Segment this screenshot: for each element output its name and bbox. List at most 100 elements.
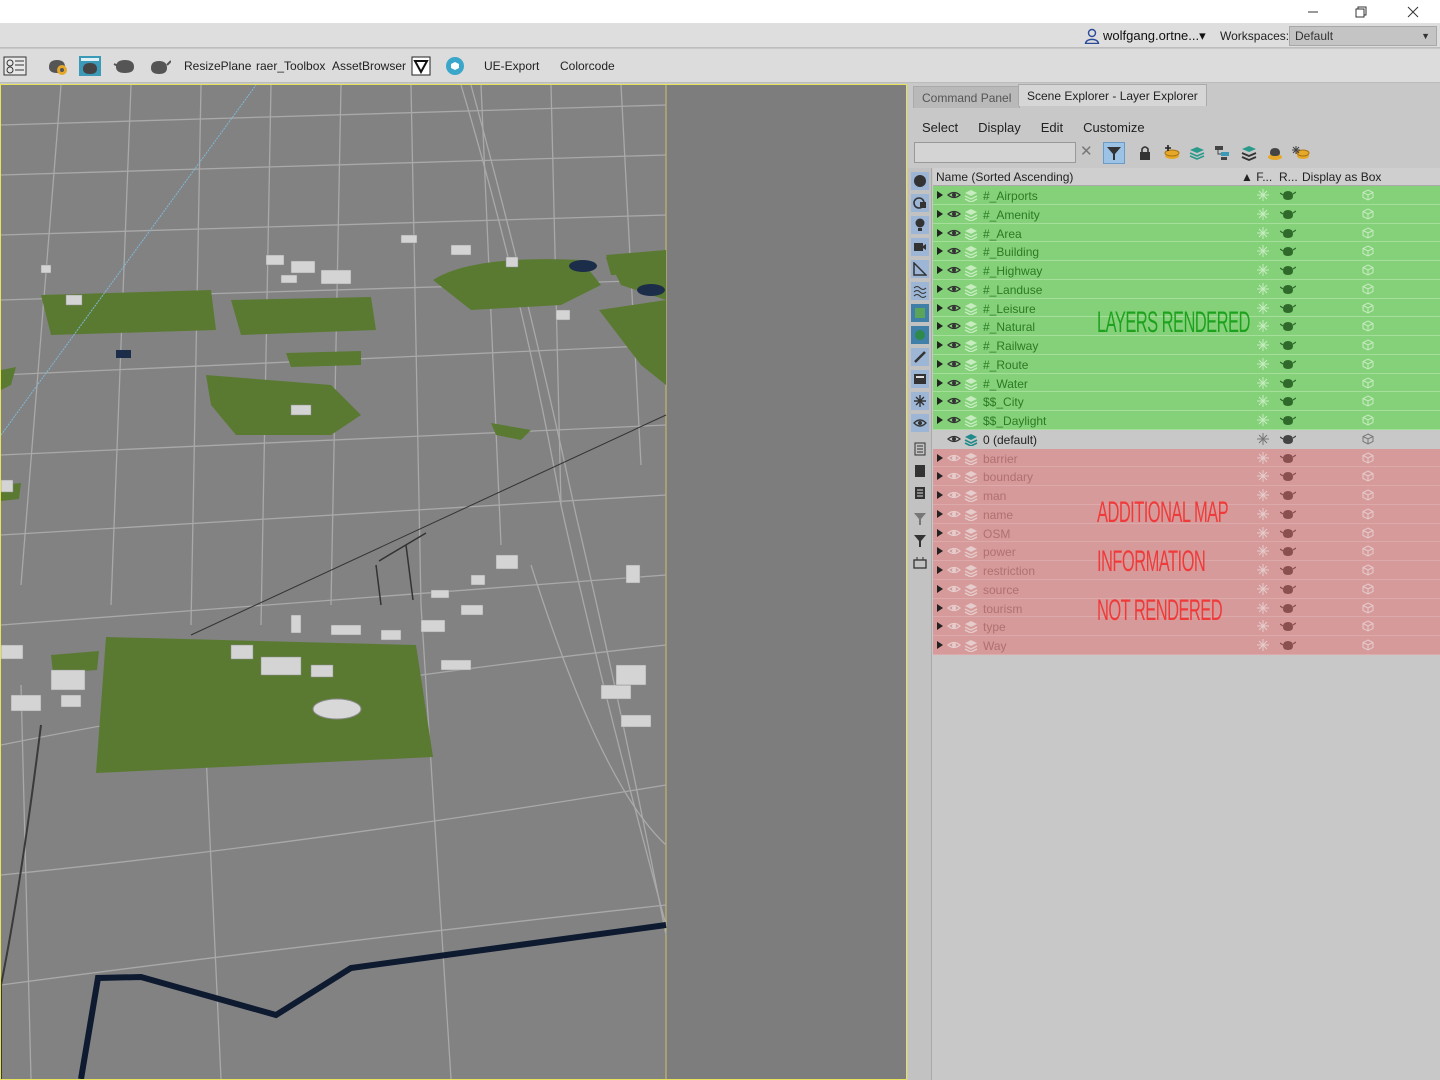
render-setup-button[interactable] (44, 53, 70, 79)
snowflake-icon[interactable] (1257, 620, 1269, 633)
snowflake-icon[interactable] (1257, 301, 1269, 314)
helpers-filter-button[interactable] (911, 260, 929, 278)
eye-icon[interactable] (947, 546, 961, 556)
eye-icon[interactable] (947, 246, 961, 256)
menu-edit[interactable]: Edit (1031, 116, 1073, 138)
eye-icon[interactable] (947, 509, 961, 519)
box-icon[interactable] (1362, 283, 1374, 295)
snowflake-icon[interactable] (1257, 545, 1269, 558)
eye-icon[interactable] (947, 340, 961, 350)
eye-icon[interactable] (947, 378, 961, 388)
teapot-icon[interactable] (1280, 245, 1296, 257)
layer-row[interactable]: $$_Daylight (933, 411, 1440, 430)
bones-filter-button[interactable] (911, 348, 929, 366)
layer-row[interactable]: #_Area (933, 223, 1440, 243)
eye-icon[interactable] (947, 415, 961, 425)
clear-search-icon[interactable]: ✕ (1080, 142, 1093, 160)
teapot-icon[interactable] (1280, 433, 1296, 445)
teapot-icon[interactable] (1280, 452, 1296, 464)
layer-row[interactable]: #_Amenity (933, 204, 1440, 224)
teapot-icon[interactable] (1280, 545, 1296, 557)
minimize-button[interactable] (1290, 0, 1336, 24)
expand-arrow-icon[interactable] (937, 641, 943, 649)
perspective-viewport[interactable] (0, 84, 907, 1080)
layer-row[interactable]: #_Water (933, 373, 1440, 393)
column-render[interactable]: R... (1279, 170, 1298, 184)
expand-arrow-icon[interactable] (937, 472, 943, 481)
render-production-button[interactable] (112, 53, 138, 79)
box-icon[interactable] (1362, 376, 1374, 389)
snowflake-icon[interactable] (1257, 582, 1269, 595)
scene-settings-button[interactable] (2, 53, 28, 79)
expand-arrow-icon[interactable] (937, 584, 943, 593)
layer-row[interactable]: barrier (933, 448, 1440, 468)
expand-arrow-icon[interactable] (937, 209, 943, 218)
menu-customize[interactable]: Customize (1073, 116, 1154, 138)
toolbar-raer-toolbox[interactable]: raer_Toolbox (256, 59, 325, 73)
menu-select[interactable]: Select (912, 116, 968, 138)
snowflake-icon[interactable] (1257, 564, 1269, 576)
teapot-icon[interactable] (1280, 620, 1296, 632)
eye-icon[interactable] (947, 453, 961, 463)
expand-arrow-icon[interactable] (937, 322, 943, 331)
snowflake-icon[interactable] (1257, 245, 1269, 258)
box-icon[interactable] (1362, 601, 1374, 614)
teapot-icon[interactable] (1280, 414, 1296, 426)
teapot-icon[interactable] (1280, 470, 1296, 482)
snowflake-icon[interactable] (1257, 395, 1269, 408)
box-icon[interactable] (1362, 245, 1374, 257)
layer-row[interactable]: #_Airports (933, 186, 1440, 205)
expand-arrow-icon[interactable] (937, 191, 943, 199)
vray-button[interactable] (408, 53, 434, 79)
teapot-icon[interactable] (1280, 527, 1296, 539)
column-freeze[interactable]: ▲ F... (1241, 170, 1272, 184)
filter-toggle-button[interactable] (1103, 142, 1125, 164)
teapot-icon[interactable] (1280, 283, 1296, 295)
eye-icon[interactable] (947, 209, 961, 219)
expand-arrow-icon[interactable] (937, 359, 943, 368)
box-icon[interactable] (1362, 639, 1374, 651)
snowflake-icon[interactable] (1257, 639, 1269, 651)
teapot-icon[interactable] (1280, 339, 1296, 351)
box-icon[interactable] (1362, 358, 1374, 370)
teapot-icon[interactable] (1280, 489, 1296, 501)
layer-row[interactable]: boundary (933, 467, 1440, 486)
layer-row[interactable]: #_Route (933, 354, 1440, 374)
render-iterative-button[interactable] (146, 53, 172, 79)
groups-filter-button[interactable] (911, 304, 929, 322)
box-icon[interactable] (1362, 564, 1374, 576)
user-menu[interactable]: wolfgang.ortne...▾ (1084, 26, 1206, 46)
display-all-button[interactable] (911, 440, 929, 458)
teapot-icon[interactable] (1280, 602, 1296, 614)
eye-icon[interactable] (947, 190, 961, 200)
layer-stack-button[interactable] (1238, 142, 1260, 164)
box-icon[interactable] (1362, 320, 1374, 332)
box-icon[interactable] (1362, 433, 1374, 445)
hierarchy-button[interactable] (1212, 142, 1234, 164)
box-icon[interactable] (1362, 226, 1374, 239)
eye-icon[interactable] (947, 321, 961, 331)
column-name[interactable]: Name (Sorted Ascending) (936, 170, 1073, 184)
teapot-icon[interactable] (1280, 189, 1296, 201)
eye-icon[interactable] (947, 434, 961, 444)
expand-arrow-icon[interactable] (937, 491, 943, 499)
toolbar-colorcode[interactable]: Colorcode (560, 59, 615, 73)
layer-row[interactable]: #_Landuse (933, 279, 1440, 299)
teapot-icon[interactable] (1280, 564, 1296, 576)
box-icon[interactable] (1362, 508, 1374, 520)
box-icon[interactable] (1362, 470, 1374, 482)
box-icon[interactable] (1362, 583, 1374, 595)
snowflake-icon[interactable] (1257, 189, 1269, 201)
spacewarps-filter-button[interactable] (911, 282, 929, 300)
snowflake-icon[interactable] (1257, 264, 1269, 276)
box-icon[interactable] (1362, 301, 1374, 314)
snowflake-icon[interactable] (1257, 207, 1269, 220)
eye-icon[interactable] (947, 284, 961, 294)
toolbar-assetbrowser[interactable]: AssetBrowser (332, 59, 406, 73)
workspace-select[interactable]: Default ▼ (1289, 26, 1437, 46)
box-icon[interactable] (1362, 526, 1374, 539)
filter-settings-button[interactable] (911, 510, 929, 528)
teapot-icon[interactable] (1280, 227, 1296, 239)
teapot-icon[interactable] (1280, 395, 1296, 407)
containers-filter-button[interactable] (911, 370, 929, 388)
